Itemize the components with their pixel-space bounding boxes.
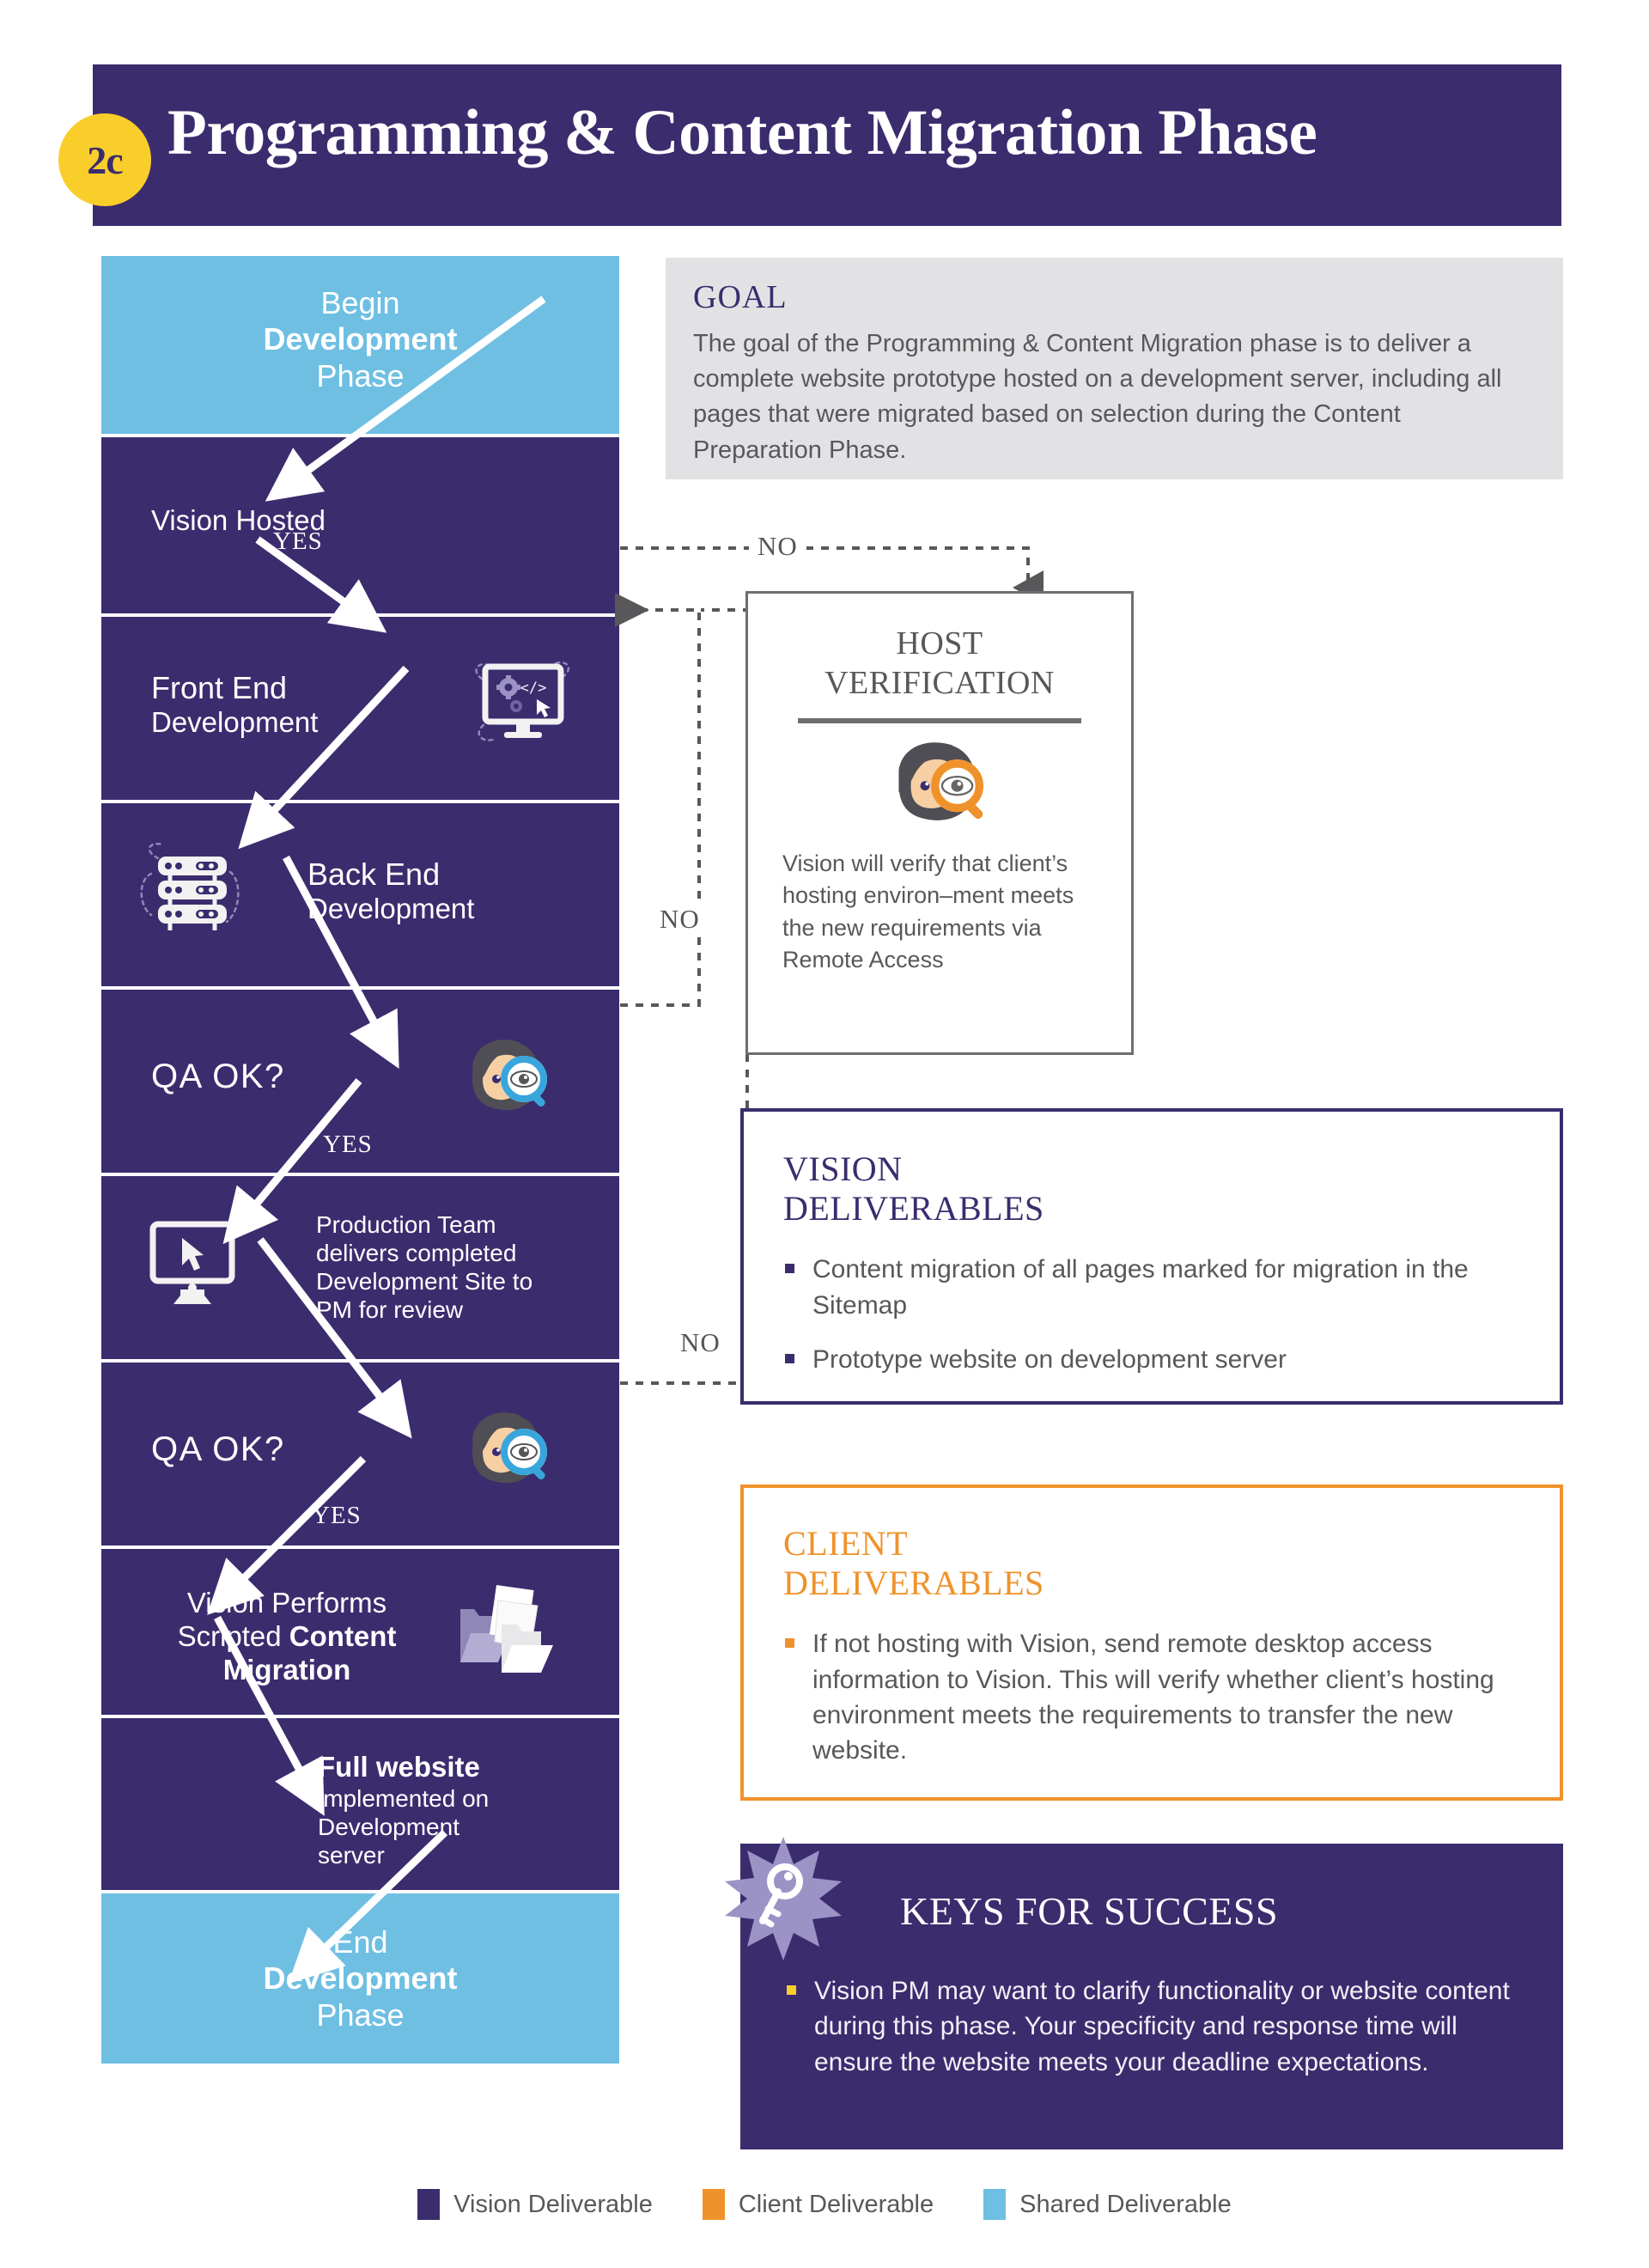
legend-item-vision: Vision Deliverable — [417, 2189, 653, 2220]
flow-label: Front End — [151, 670, 288, 705]
flow-label: Development — [263, 321, 458, 357]
flow-row: End Development Phase — [101, 1893, 619, 2064]
host-verification-title: HOST VERIFICATION — [782, 625, 1097, 703]
flow-label: PM for review — [316, 1296, 464, 1324]
qa-inspector-icon — [472, 1040, 547, 1111]
goal-body: The goal of the Programming & Content Mi… — [693, 330, 1502, 464]
title-line1: VISION — [783, 1149, 903, 1188]
qa-inspector-icon — [472, 1412, 547, 1484]
flow-label: End — [332, 1924, 388, 1960]
key-star-icon — [725, 1837, 842, 1960]
client-deliverables-panel: CLIENT DELIVERABLES If not hosting with … — [740, 1485, 1563, 1801]
flow-label: Development — [318, 1813, 459, 1840]
flow-label: Development — [263, 1960, 458, 1997]
branch-label-yes: YES — [312, 1502, 362, 1529]
list-item: Content migration of all pages marked fo… — [783, 1252, 1522, 1323]
client-deliverables-list: If not hosting with Vision, send remote … — [783, 1626, 1522, 1769]
legend-label: Client Deliverable — [738, 2190, 934, 2218]
flow-label: server — [318, 1842, 385, 1869]
monitor-cursor-icon — [149, 1221, 235, 1304]
goal-title: GOAL — [693, 279, 788, 315]
list-item: Vision PM may want to clarify functional… — [787, 1973, 1517, 2080]
flow-label: Development — [307, 893, 475, 925]
flow-label: QA OK? — [151, 1430, 285, 1468]
list-item: Prototype website on development server — [783, 1342, 1522, 1377]
flow-label: Vision Performs — [186, 1587, 387, 1619]
keys-for-success-panel: KEYS FOR SUCCESS Vision PM may want to c… — [740, 1844, 1563, 2149]
folders-files-icon — [460, 1585, 553, 1673]
flow-label: delivers completed — [316, 1240, 517, 1267]
host-verification-panel: HOST VERIFICATION Vision will verify tha… — [745, 591, 1134, 1055]
flow-row: Front End Development </> — [101, 617, 619, 800]
vision-deliverables-list: Content migration of all pages marked fo… — [783, 1252, 1522, 1377]
flow-label: QA OK? — [151, 1058, 285, 1095]
branch-label-no: NO — [672, 1327, 729, 1358]
flow-label: Development — [151, 706, 319, 739]
flow-label: Development Site to — [316, 1268, 533, 1296]
goal-panel: GOAL The goal of the Programming & Conte… — [666, 258, 1563, 479]
flow-row: Production Team delivers completed Devel… — [101, 1176, 619, 1359]
legend-label: Shared Deliverable — [1019, 2190, 1232, 2218]
flow-label: Begin — [320, 285, 400, 320]
legend-swatch-vision — [417, 2189, 441, 2220]
flow-label: Migration — [222, 1653, 351, 1686]
title-line2: DELIVERABLES — [783, 1188, 1044, 1228]
vision-deliverables-title: VISION DELIVERABLES — [783, 1149, 1522, 1228]
flow-label: Back End — [307, 857, 441, 892]
legend-swatch-shared — [983, 2189, 1007, 2220]
flow-label: implemented on — [318, 1784, 490, 1812]
branch-label-no: NO — [749, 531, 806, 562]
flow-label: Phase — [316, 357, 405, 393]
legend-swatch-client — [702, 2189, 725, 2220]
legend-item-client: Client Deliverable — [702, 2189, 934, 2220]
branch-label-yes: YES — [273, 527, 323, 555]
host-title-line2: VERIFICATION — [824, 664, 1055, 701]
flow-label: Scripted Content — [177, 1619, 397, 1652]
branch-label-yes: YES — [323, 1131, 373, 1158]
flow-row: Vision Performs Scripted Content Migrati… — [101, 1549, 619, 1715]
divider — [798, 718, 1081, 724]
flow-label: Production Team — [316, 1211, 496, 1238]
flow-row: Vision Hosted — [101, 437, 619, 613]
page-title: Programming & Content Migration Phase — [167, 97, 1317, 168]
keys-for-success-list: Vision PM may want to clarify functional… — [787, 1973, 1517, 2080]
host-title-line1: HOST — [896, 625, 983, 662]
title-line2: DELIVERABLES — [783, 1563, 1044, 1602]
list-item: If not hosting with Vision, send remote … — [783, 1626, 1522, 1769]
legend: Vision Deliverable Client Deliverable Sh… — [0, 2189, 1649, 2220]
host-inspector-icon — [898, 742, 984, 821]
flow-row: Begin Development Phase — [101, 256, 619, 434]
legend-item-shared: Shared Deliverable — [983, 2189, 1232, 2220]
flow-label: Full website — [318, 1751, 480, 1783]
flow-row: Full website implemented on Development … — [101, 1718, 619, 1890]
server-rack-icon — [140, 842, 240, 930]
client-deliverables-title: CLIENT DELIVERABLES — [783, 1524, 1522, 1602]
flow-label: Phase — [316, 1997, 405, 2033]
vision-deliverables-panel: VISION DELIVERABLES Content migration of… — [740, 1108, 1563, 1405]
title-line1: CLIENT — [783, 1524, 909, 1563]
keys-for-success-title: KEYS FOR SUCCESS — [900, 1889, 1279, 1933]
phase-badge: 2c — [58, 113, 151, 206]
svg-text:</>: </> — [520, 680, 547, 697]
branch-label-no: NO — [651, 904, 709, 935]
legend-label: Vision Deliverable — [453, 2190, 653, 2218]
process-flow-column: Begin Development Phase Vision Hosted Fr… — [101, 256, 619, 2149]
monitor-code-icon: </> — [475, 661, 570, 741]
host-verification-body: Vision will verify that client’s hosting… — [782, 850, 1074, 972]
flow-row: Back End Development — [101, 803, 619, 986]
